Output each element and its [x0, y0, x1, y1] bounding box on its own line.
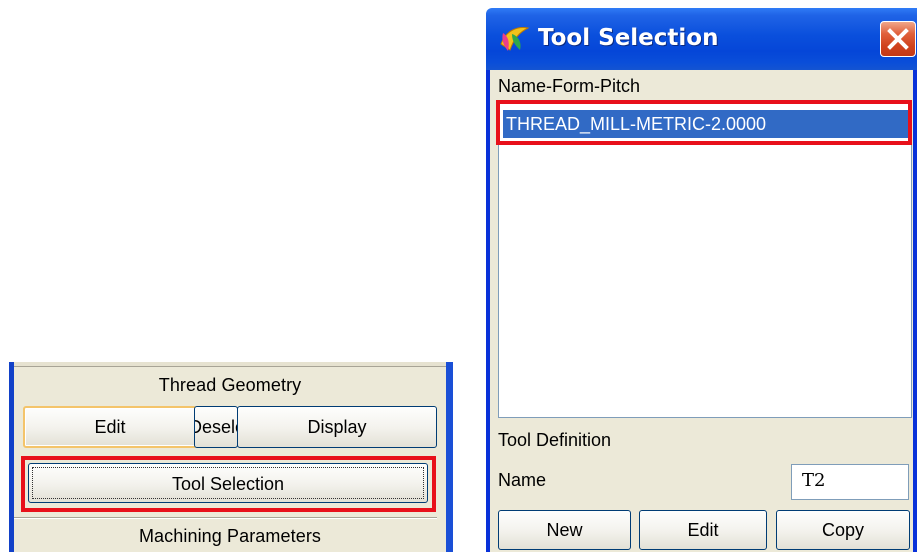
- close-icon: [887, 28, 909, 50]
- app-logo-icon: [500, 27, 530, 51]
- list-item-highlight: [496, 100, 912, 145]
- deselect-geometry-button[interactable]: Deselect: [194, 406, 238, 448]
- display-geometry-button[interactable]: Display: [237, 406, 437, 448]
- tool-selection-button-label: Tool Selection: [32, 467, 424, 499]
- close-button[interactable]: [880, 21, 916, 57]
- dialog-title: Tool Selection: [538, 25, 719, 51]
- machining-parameters-title: Machining Parameters: [138, 526, 322, 546]
- tool-selection-dialog: Tool Selection Name-Form-Pitch THREAD_MI…: [486, 8, 917, 552]
- name-label: Name: [498, 470, 547, 490]
- tool-listbox[interactable]: THREAD_MILL-METRIC-2.0000: [498, 103, 912, 418]
- list-header-label: Name-Form-Pitch: [498, 76, 641, 96]
- panel-right-border: [446, 362, 453, 552]
- tool-name-input[interactable]: T2: [791, 464, 909, 500]
- dialog-right-border: [913, 70, 917, 552]
- tool-selection-button[interactable]: Tool Selection: [28, 463, 428, 503]
- panel-separator: [14, 517, 437, 519]
- new-tool-button[interactable]: New: [498, 510, 631, 550]
- screenshot-canvas: Thread Geometry Edit Deselect Display To…: [0, 0, 917, 552]
- tool-definition-label: Tool Definition: [498, 430, 612, 450]
- copy-tool-button[interactable]: Copy: [776, 510, 910, 550]
- edit-tool-button[interactable]: Edit: [639, 510, 767, 550]
- panel-top-separator: [14, 362, 446, 367]
- dialog-titlebar[interactable]: Tool Selection: [486, 8, 917, 70]
- thread-geometry-title: Thread Geometry: [158, 375, 302, 395]
- edit-geometry-button[interactable]: Edit: [23, 406, 197, 448]
